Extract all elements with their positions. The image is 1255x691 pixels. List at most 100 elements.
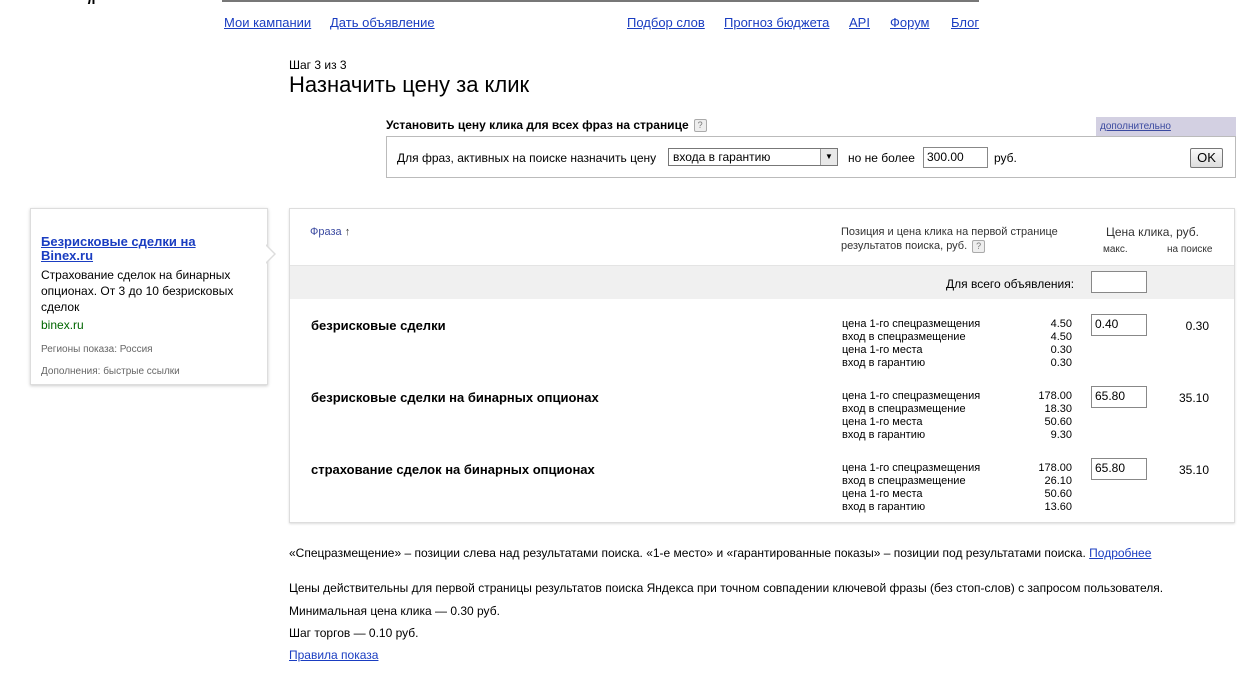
position-value: 0.30 bbox=[1050, 357, 1072, 369]
position-value: 18.30 bbox=[1044, 403, 1072, 415]
whole-ad-row: Для всего объявления: bbox=[290, 265, 1234, 299]
chevron-down-icon[interactable]: ▼ bbox=[820, 149, 837, 165]
phrase-column-header[interactable]: Фраза ↑ bbox=[310, 226, 350, 238]
position-label: вход в спецразмещение bbox=[842, 403, 966, 415]
position-row: вход в спецразмещение 26.10 bbox=[842, 475, 1072, 488]
bid-step-note: Шаг торгов — 0.10 руб. bbox=[289, 626, 419, 640]
bulk-price-title-text: Установить цену клика для всех фраз на с… bbox=[386, 118, 689, 132]
position-label: цена 1-го спецразмещения bbox=[842, 390, 981, 402]
ad-preview: Безрисковые сделки на Binex.ru Страхован… bbox=[30, 208, 268, 385]
position-label: цена 1-го места bbox=[842, 344, 923, 356]
position-label: цена 1-го спецразмещения bbox=[842, 462, 981, 474]
max-price-input[interactable]: 0.40 bbox=[1091, 314, 1147, 336]
phrase-sort-link[interactable]: Фраза bbox=[310, 226, 342, 238]
phrase-text: страхование сделок на бинарных опционах bbox=[311, 462, 595, 477]
phrase-text: безрисковые сделки bbox=[311, 318, 446, 333]
search-column-header: на поиске bbox=[1167, 244, 1213, 255]
whole-ad-label: Для всего объявления: bbox=[946, 277, 1075, 291]
position-value: 50.60 bbox=[1044, 488, 1072, 500]
nav-api[interactable]: API bbox=[849, 15, 870, 30]
nav-blog[interactable]: Блог bbox=[951, 15, 979, 30]
position-row: вход в спецразмещение 18.30 bbox=[842, 403, 1072, 416]
bulk-price-label: Для фраз, активных на поиске назначить ц… bbox=[397, 151, 657, 165]
position-prices: цена 1-го спецразмещения 178.00 вход в сп… bbox=[842, 390, 1072, 442]
position-row: вход в гарантию 0.30 bbox=[842, 357, 1072, 370]
search-price: 35.10 bbox=[1178, 391, 1209, 405]
ad-domain: binex.ru bbox=[41, 318, 84, 332]
position-value: 50.60 bbox=[1044, 416, 1072, 428]
ok-button[interactable]: OK bbox=[1190, 148, 1223, 168]
nav-forum[interactable]: Форум bbox=[890, 15, 930, 30]
validity-note: Цены действительны для первой страницы р… bbox=[289, 581, 1164, 595]
help-icon[interactable]: ? bbox=[972, 239, 986, 253]
position-label: вход в спецразмещение bbox=[842, 331, 966, 343]
max-price-input[interactable]: 65.80 bbox=[1091, 386, 1147, 408]
position-label: вход в гарантию bbox=[842, 501, 926, 513]
nav-create-ad[interactable]: Дать объявление bbox=[330, 15, 435, 30]
position-row: цена 1-го места 50.60 bbox=[842, 488, 1072, 501]
position-value: 4.50 bbox=[1050, 318, 1072, 330]
max-price-input[interactable]: 300.00 bbox=[923, 147, 988, 168]
position-prices: цена 1-го спецразмещения 178.00 вход в сп… bbox=[842, 462, 1072, 514]
position-value: 0.30 bbox=[1050, 344, 1072, 356]
advanced-link[interactable]: дополнительно bbox=[1100, 121, 1171, 132]
search-price: 35.10 bbox=[1178, 463, 1209, 477]
more-info-link[interactable]: Подробнее bbox=[1089, 546, 1151, 560]
search-price: 0.30 bbox=[1185, 319, 1209, 333]
position-label: цена 1-го места bbox=[842, 488, 923, 500]
bulk-price-title: Установить цену клика для всех фраз на с… bbox=[386, 118, 707, 133]
position-value: 26.10 bbox=[1044, 475, 1072, 487]
position-row: цена 1-го места 0.30 bbox=[842, 344, 1072, 357]
sort-arrow-icon: ↑ bbox=[344, 226, 351, 238]
position-label: цена 1-го спецразмещения bbox=[842, 318, 981, 330]
position-row: цена 1-го спецразмещения 4.50 bbox=[842, 318, 1072, 331]
position-label: вход в гарантию bbox=[842, 357, 926, 369]
position-value: 178.00 bbox=[1038, 462, 1072, 474]
nav-my-campaigns[interactable]: Мои кампании bbox=[224, 15, 311, 30]
currency-label: руб. bbox=[994, 151, 1017, 165]
nav-budget-forecast[interactable]: Прогноз бюджета bbox=[724, 15, 829, 30]
ad-title-link[interactable]: Безрисковые сделки на Binex.ru bbox=[41, 235, 241, 263]
position-row: вход в спецразмещение 4.50 bbox=[842, 331, 1072, 344]
position-column-text: Позиция и цена клика на первой странице … bbox=[841, 226, 1058, 252]
bulk-price-panel: Для фраз, активных на поиске назначить ц… bbox=[386, 136, 1236, 178]
bids-table: Фраза ↑ Позиция и цена клика на первой с… bbox=[289, 208, 1235, 523]
price-column-header: Цена клика, руб. bbox=[1106, 225, 1200, 239]
position-prices: цена 1-го спецразмещения 4.50 вход в спец… bbox=[842, 318, 1072, 370]
position-value: 178.00 bbox=[1038, 390, 1072, 402]
position-value: 4.50 bbox=[1050, 331, 1072, 343]
position-value: 13.60 bbox=[1044, 501, 1072, 513]
position-row: цена 1-го места 50.60 bbox=[842, 416, 1072, 429]
position-select[interactable]: входа в гарантию ▼ bbox=[668, 148, 838, 166]
position-select-value: входа в гарантию bbox=[673, 150, 771, 164]
ad-pointer-inner bbox=[265, 245, 274, 263]
position-row: цена 1-го спецразмещения 178.00 bbox=[842, 462, 1072, 475]
display-rules-link[interactable]: Правила показа bbox=[289, 648, 378, 662]
nav-keyword-tool[interactable]: Подбор слов bbox=[627, 15, 705, 30]
position-label: вход в спецразмещение bbox=[842, 475, 966, 487]
help-icon[interactable]: ? bbox=[693, 119, 707, 133]
ad-extras: Дополнения: быстрые ссылки bbox=[41, 366, 180, 377]
position-row: вход в гарантию 9.30 bbox=[842, 429, 1072, 442]
position-row: вход в гарантию 13.60 bbox=[842, 501, 1072, 514]
max-price-label: но не более bbox=[848, 151, 915, 165]
position-label: цена 1-го места bbox=[842, 416, 923, 428]
position-row: цена 1-го спецразмещения 178.00 bbox=[842, 390, 1072, 403]
placement-note: «Спецразмещение» – позиции слева над рез… bbox=[289, 546, 1151, 560]
position-value: 9.30 bbox=[1050, 429, 1072, 441]
max-column-header: макс. bbox=[1103, 244, 1128, 255]
position-column-header: Позиция и цена клика на первой странице … bbox=[841, 225, 1081, 253]
max-price-input[interactable]: 65.80 bbox=[1091, 458, 1147, 480]
phrase-text: безрисковые сделки на бинарных опционах bbox=[311, 390, 599, 405]
step-indicator: Шаг 3 из 3 bbox=[289, 58, 347, 72]
position-label: вход в гарантию bbox=[842, 429, 926, 441]
ad-text: Страхование сделок на бинарных опционах.… bbox=[41, 268, 234, 314]
min-price-note: Минимальная цена клика — 0.30 руб. bbox=[289, 604, 500, 618]
top-divider bbox=[222, 0, 979, 2]
ad-regions: Регионы показа: Россия bbox=[41, 344, 153, 355]
logo-fragment: Д bbox=[86, 0, 100, 4]
placement-note-text: «Спецразмещение» – позиции слева над рез… bbox=[289, 546, 1086, 560]
advanced-tab: дополнительно bbox=[1096, 117, 1236, 136]
whole-ad-price-input[interactable] bbox=[1091, 271, 1147, 293]
page-title: Назначить цену за клик bbox=[289, 72, 530, 97]
